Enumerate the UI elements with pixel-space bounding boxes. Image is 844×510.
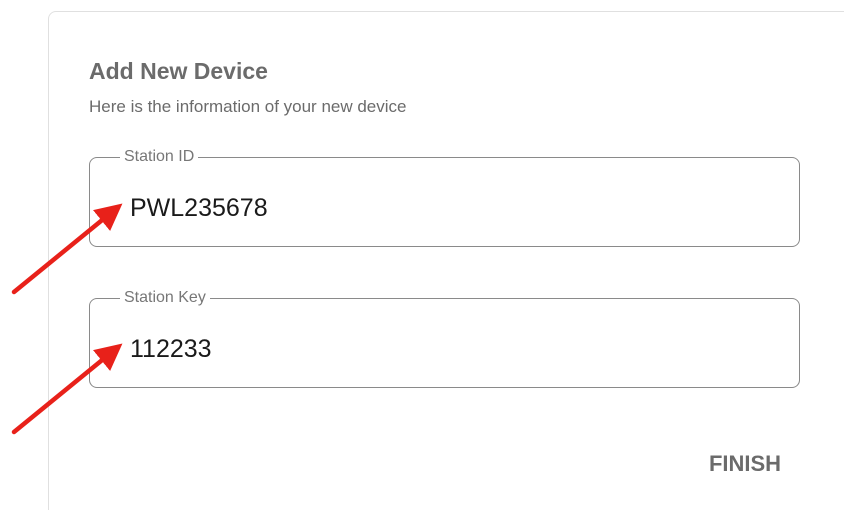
add-device-dialog — [48, 11, 844, 510]
station-id-field[interactable]: Station ID — [89, 147, 800, 247]
dialog-title: Add New Device — [89, 58, 268, 84]
station-id-input[interactable] — [130, 191, 730, 225]
finish-button[interactable]: FINISH — [690, 444, 800, 484]
page: Add New Device Here is the information o… — [0, 0, 844, 510]
station-key-field[interactable]: Station Key — [89, 288, 800, 388]
dialog-subtitle: Here is the information of your new devi… — [89, 97, 407, 116]
station-key-label: Station Key — [120, 288, 210, 308]
station-id-label: Station ID — [120, 147, 199, 167]
station-key-input[interactable] — [130, 332, 730, 366]
